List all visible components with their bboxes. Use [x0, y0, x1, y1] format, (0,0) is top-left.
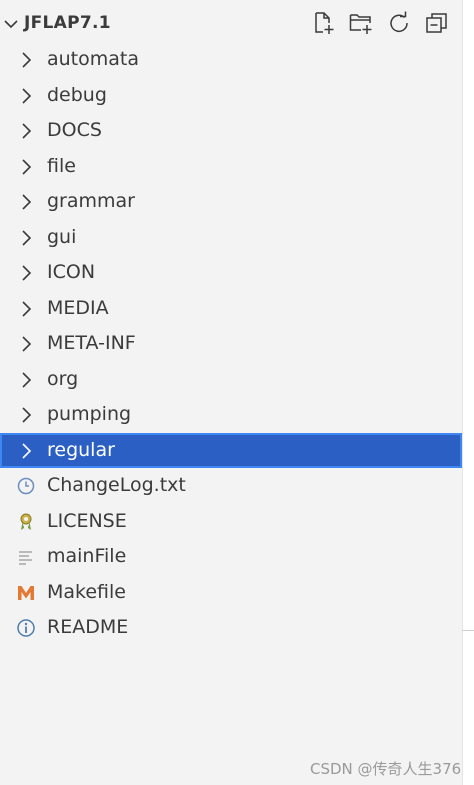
folder-label: ICON: [47, 261, 96, 283]
file-row[interactable]: Makefile: [0, 575, 462, 611]
chevron-right-icon: [16, 299, 36, 319]
folder-label: META-INF: [47, 332, 136, 354]
folder-label: debug: [47, 83, 107, 106]
folder-label: grammar: [47, 190, 135, 212]
folder-row[interactable]: debug: [0, 78, 462, 114]
file-label: Makefile: [47, 580, 126, 603]
chevron-right-icon: [16, 370, 36, 390]
watermark: CSDN @传奇人生376: [310, 760, 462, 778]
explorer-header[interactable]: JFLAP7.1: [0, 6, 462, 40]
folder-label: pumping: [47, 403, 132, 425]
refresh-icon: [390, 11, 408, 32]
explorer-title: JFLAP7.1: [24, 13, 111, 33]
folder-row[interactable]: file: [0, 149, 462, 185]
file-label: LICENSE: [47, 509, 127, 532]
license-icon: [16, 512, 36, 532]
chevron-right-icon: [16, 121, 36, 141]
collapse-all-icon: [426, 13, 447, 33]
folder-label: org: [47, 367, 79, 390]
file-label: ChangeLog.txt: [47, 474, 186, 496]
folder-label: regular: [47, 438, 115, 461]
chevron-right-icon: [16, 263, 36, 283]
chevron-right-icon: [16, 334, 36, 354]
collapse-all-button[interactable]: [424, 10, 450, 36]
folder-row[interactable]: gui: [0, 220, 462, 256]
folder-label: MEDIA: [47, 296, 109, 319]
folder-row[interactable]: META-INF: [0, 326, 462, 362]
folder-label: gui: [47, 225, 77, 248]
folder-label: automata: [47, 48, 140, 70]
folder-row[interactable]: pumping: [0, 397, 462, 433]
file-label: mainFile: [47, 545, 127, 567]
chevron-down-icon[interactable]: [2, 15, 20, 33]
folder-row[interactable]: org: [0, 362, 462, 398]
chevron-right-icon: [16, 86, 36, 106]
folder-row[interactable]: DOCS: [0, 113, 462, 149]
chevron-right-icon: [16, 50, 36, 70]
folder-row[interactable]: automata: [0, 42, 462, 78]
folder-row[interactable]: ICON: [0, 255, 462, 291]
file-label: README: [47, 616, 129, 638]
divider: [462, 630, 474, 631]
folder-row[interactable]: grammar: [0, 184, 462, 220]
file-row[interactable]: mainFile: [0, 539, 462, 575]
chevron-right-icon: [16, 405, 36, 425]
refresh-button[interactable]: [386, 10, 412, 36]
chevron-right-icon: [16, 192, 36, 212]
clock-icon: [16, 476, 36, 496]
new-file-icon: [315, 12, 334, 34]
chevron-right-icon: [16, 228, 36, 248]
explorer-actions: [310, 10, 450, 38]
info-icon: [16, 618, 36, 638]
file-row[interactable]: README: [0, 610, 462, 646]
file-row[interactable]: ChangeLog.txt: [0, 468, 462, 504]
file-tree: automata debug DOCS file grammar gui ICO…: [0, 42, 462, 646]
folder-label: file: [47, 154, 76, 177]
text-file-icon: [16, 547, 36, 567]
explorer-panel: JFLAP7.1 automata debug DOCS file gramma…: [0, 0, 463, 785]
folder-row[interactable]: MEDIA: [0, 291, 462, 327]
new-folder-button[interactable]: [348, 10, 374, 36]
chevron-right-icon: [16, 157, 36, 177]
folder-label: DOCS: [47, 119, 102, 141]
folder-row-selected[interactable]: regular: [0, 432, 462, 468]
makefile-icon: [16, 583, 36, 603]
new-folder-icon: [349, 14, 372, 34]
file-row[interactable]: LICENSE: [0, 504, 462, 540]
new-file-button[interactable]: [310, 10, 336, 36]
chevron-right-icon: [16, 441, 36, 461]
